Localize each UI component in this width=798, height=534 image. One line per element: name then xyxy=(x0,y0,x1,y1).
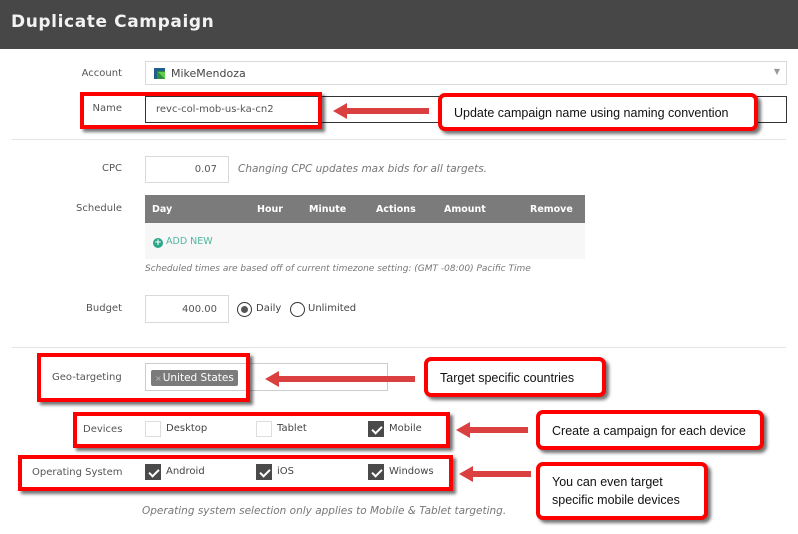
cpc-value: 0.07 xyxy=(194,164,217,175)
col-actions: Actions xyxy=(376,204,416,215)
schedule-table-body: + ADD NEW xyxy=(145,223,585,259)
add-new-label: ADD NEW xyxy=(166,236,213,247)
plus-circle-icon: + xyxy=(153,238,163,248)
account-value: MikeMendoza xyxy=(171,67,246,80)
callout-devices-text: Create a campaign for each device xyxy=(552,424,746,438)
callout-devices: Create a campaign for each device xyxy=(536,410,764,450)
os-highlight-box xyxy=(18,455,453,491)
schedule-note: Scheduled times are based off of current… xyxy=(145,264,531,274)
callout-geo: Target specific countries xyxy=(424,357,606,397)
col-day: Day xyxy=(152,204,173,215)
col-hour: Hour xyxy=(257,204,283,215)
section-divider xyxy=(12,347,786,348)
arrow-left-icon xyxy=(333,103,429,119)
callout-os-text-line1: You can even target xyxy=(552,475,663,489)
callout-os-text-line2: specific mobile devices xyxy=(552,493,680,507)
chevron-down-icon[interactable]: ▼ xyxy=(774,67,780,76)
budget-value: 400.00 xyxy=(182,304,217,315)
cpc-label: CPC xyxy=(102,163,122,174)
add-new-button[interactable]: + ADD NEW xyxy=(153,236,213,248)
account-logo-icon xyxy=(154,68,165,79)
account-label: Account xyxy=(81,68,122,79)
cpc-hint: Changing CPC updates max bids for all ta… xyxy=(238,163,488,175)
arrow-left-icon xyxy=(456,422,528,438)
radio-daily[interactable] xyxy=(237,302,252,317)
name-highlight-box xyxy=(80,92,322,129)
section-divider xyxy=(12,139,786,140)
radio-daily-label: Daily xyxy=(256,303,282,314)
os-note: Operating system selection only applies … xyxy=(142,505,507,517)
callout-name-text: Update campaign name using naming conven… xyxy=(454,106,729,120)
arrow-left-icon xyxy=(265,371,415,387)
cpc-input[interactable]: 0.07 xyxy=(145,156,229,183)
arrow-left-icon xyxy=(459,466,531,482)
dialog-title: Duplicate Campaign xyxy=(11,12,215,32)
col-minute: Minute xyxy=(309,204,347,215)
schedule-label: Schedule xyxy=(76,203,122,214)
callout-geo-text: Target specific countries xyxy=(440,371,575,385)
dialog-header: Duplicate Campaign xyxy=(0,0,798,49)
col-amount: Amount xyxy=(444,204,486,215)
geo-highlight-box xyxy=(37,353,250,402)
budget-label: Budget xyxy=(86,303,122,314)
devices-highlight-box xyxy=(73,412,450,448)
col-remove: Remove xyxy=(530,204,573,215)
account-select[interactable]: MikeMendoza ▼ xyxy=(145,61,787,85)
budget-input[interactable]: 400.00 xyxy=(145,295,229,323)
callout-name: Update campaign name using naming conven… xyxy=(438,93,758,131)
callout-os: You can even target specific mobile devi… xyxy=(536,462,708,520)
radio-unlimited-label: Unlimited xyxy=(308,303,357,314)
radio-unlimited[interactable] xyxy=(290,302,305,317)
schedule-table-header: Day Hour Minute Actions Amount Remove xyxy=(145,195,585,223)
